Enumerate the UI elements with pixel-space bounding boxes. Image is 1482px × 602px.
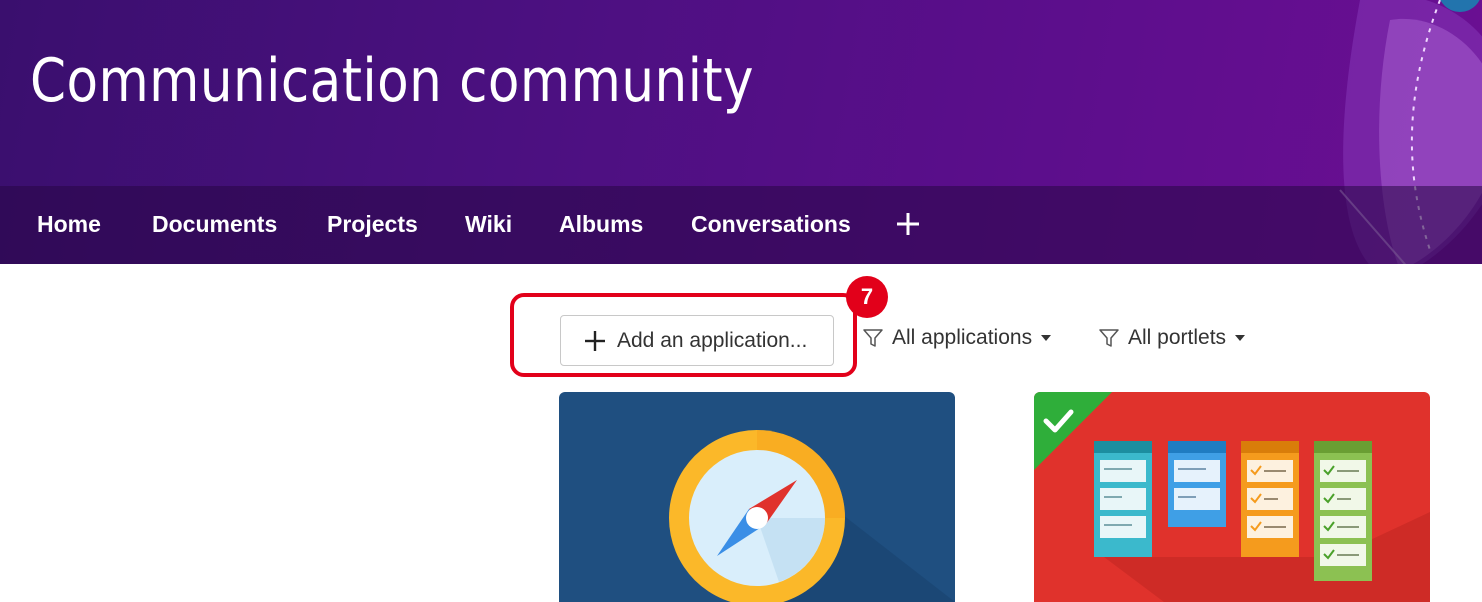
nav-item-wiki[interactable]: Wiki xyxy=(465,211,512,238)
add-application-button[interactable]: Add an application... xyxy=(560,315,834,366)
filter-applications-label: All applications xyxy=(892,326,1033,349)
nav-item-conversations[interactable]: Conversations xyxy=(691,211,851,238)
funnel-icon xyxy=(1099,329,1119,347)
nav-item-albums[interactable]: Albums xyxy=(559,211,643,238)
community-nav: Home Documents Projects Wiki Albums Conv… xyxy=(0,186,1482,264)
caret-down-icon xyxy=(1235,335,1246,341)
nav-item-documents[interactable]: Documents xyxy=(152,211,277,238)
compass-icon xyxy=(669,430,955,602)
filter-portlets-label: All portlets xyxy=(1128,326,1227,349)
filter-applications-dropdown[interactable]: All applications xyxy=(862,326,1052,350)
plus-icon xyxy=(585,330,605,351)
add-tab-plus-icon[interactable] xyxy=(896,212,920,236)
add-application-label: Add an application... xyxy=(617,328,808,352)
app-card-navigation[interactable] xyxy=(559,392,955,602)
step-number-badge: 7 xyxy=(846,276,888,318)
kanban-board-icon xyxy=(1034,392,1430,602)
funnel-icon xyxy=(863,329,883,347)
nav-item-projects[interactable]: Projects xyxy=(327,211,418,238)
caret-down-icon xyxy=(1041,335,1052,341)
app-card-kanban[interactable] xyxy=(1034,392,1430,602)
filter-portlets-dropdown[interactable]: All portlets xyxy=(1098,326,1246,350)
community-banner: Communication community Home Documents P… xyxy=(0,0,1482,264)
nav-item-home[interactable]: Home xyxy=(37,211,101,238)
community-title: Communication community xyxy=(30,46,754,116)
